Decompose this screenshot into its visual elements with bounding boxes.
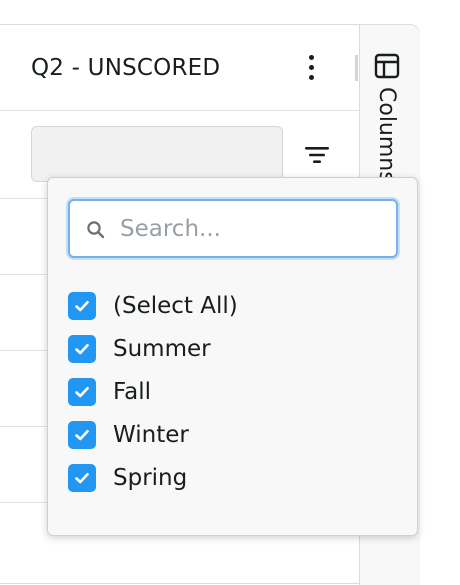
checkbox-checked-icon[interactable] xyxy=(68,420,96,449)
search-input[interactable] xyxy=(118,213,388,245)
search-icon xyxy=(86,220,106,244)
option-label: Summer xyxy=(113,335,211,362)
filter-option-winter[interactable]: Winter xyxy=(68,413,238,456)
checkbox-checked-icon[interactable] xyxy=(68,291,96,320)
filter-icon[interactable] xyxy=(303,141,331,169)
filter-option-spring[interactable]: Spring xyxy=(68,456,238,499)
option-label: Fall xyxy=(113,378,151,405)
columns-icon[interactable] xyxy=(374,53,400,79)
filter-search-box[interactable] xyxy=(68,199,398,258)
option-label: (Select All) xyxy=(113,292,238,319)
filter-option-summer[interactable]: Summer xyxy=(68,327,238,370)
column-title: Q2 - UNSCORED xyxy=(31,55,221,81)
column-header[interactable]: Q2 - UNSCORED xyxy=(0,25,359,111)
side-tab-columns[interactable]: Columns xyxy=(374,87,399,183)
option-label: Spring xyxy=(113,464,188,491)
checkbox-checked-icon[interactable] xyxy=(68,377,96,406)
kebab-menu-icon[interactable] xyxy=(301,51,321,83)
filter-option-list: (Select All) Summer Fall Winter Spring xyxy=(68,284,238,499)
column-resize-handle[interactable] xyxy=(355,55,358,81)
set-filter-popup: (Select All) Summer Fall Winter Spring xyxy=(47,177,418,536)
filter-option-select-all[interactable]: (Select All) xyxy=(68,284,238,327)
option-label: Winter xyxy=(113,421,189,448)
checkbox-checked-icon[interactable] xyxy=(68,334,96,363)
checkbox-checked-icon[interactable] xyxy=(68,463,96,492)
floating-filter-input[interactable] xyxy=(31,126,283,182)
filter-option-fall[interactable]: Fall xyxy=(68,370,238,413)
